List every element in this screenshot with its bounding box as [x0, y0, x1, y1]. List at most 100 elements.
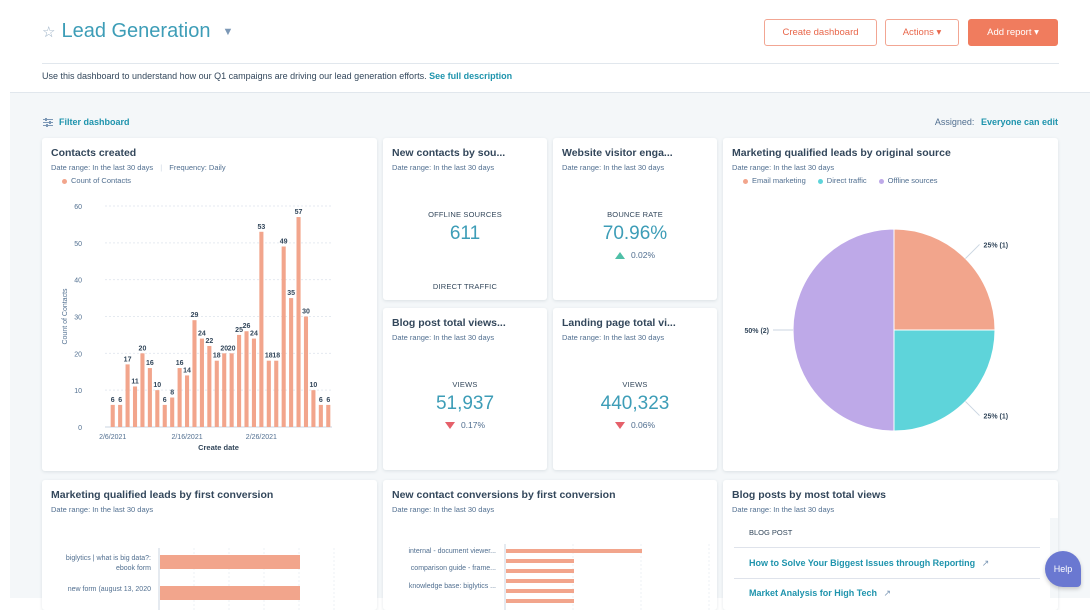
filter-dashboard-label: Filter dashboard — [59, 117, 130, 127]
pie-slice — [792, 228, 895, 432]
bar-label-line: biglytics | what is big data?: — [65, 555, 151, 562]
y-tick-label: 50 — [74, 241, 82, 248]
data-label: 57 — [295, 209, 303, 216]
data-label: 6 — [319, 397, 323, 404]
card-title[interactable]: Blog posts by most total views — [732, 489, 886, 501]
bar — [251, 338, 256, 427]
mql-by-original-source-card[interactable]: Marketing qualified leads by original so… — [723, 138, 1058, 471]
star-outline-icon[interactable]: ☆ — [42, 23, 55, 41]
blog-posts-by-views-card[interactable]: Blog posts by most total views Date rang… — [723, 480, 1058, 610]
kpi-value: 51,937 — [435, 393, 495, 414]
bar — [132, 386, 138, 427]
kpi-label-secondary: DIRECT TRAFFIC — [432, 282, 498, 291]
bar — [237, 334, 242, 427]
filter-dashboard-button[interactable]: Filter dashboard — [43, 117, 130, 127]
data-label: 14 — [183, 367, 191, 374]
chevron-down-icon[interactable]: ▼ — [222, 26, 233, 38]
triangle-down-icon — [444, 422, 455, 430]
bar-label: knowledge base: biglytics ... — [408, 583, 496, 590]
create-dashboard-button[interactable]: Create dashboard — [764, 19, 877, 46]
card-title[interactable]: Landing page total vi... — [562, 317, 676, 329]
label-leader-line — [965, 244, 980, 259]
bar — [199, 338, 204, 427]
bar-label: new form (august 13, 2020 — [67, 586, 151, 593]
data-label: 10 — [310, 382, 318, 389]
landing-page-total-views-card[interactable]: Landing page total vi... Date range: In … — [553, 308, 717, 470]
delta-value: 0.02% — [630, 250, 656, 260]
bar — [177, 368, 182, 427]
data-label: 6 — [326, 397, 330, 404]
data-label: 8 — [170, 390, 174, 397]
bar — [192, 320, 197, 427]
bar — [207, 345, 212, 427]
dashboard-title[interactable]: Lead Generation — [61, 20, 210, 43]
bar — [274, 360, 279, 427]
card-subtitle: Date range: In the last 30 days — [562, 163, 665, 172]
data-label: 53 — [257, 224, 265, 231]
kpi-label: OFFLINE SOURCES — [428, 210, 502, 219]
website-visitor-engagement-card[interactable]: Website visitor enga... Date range: In t… — [553, 138, 717, 300]
y-tick-label: 20 — [74, 351, 82, 358]
bar — [162, 404, 167, 427]
data-label: 17 — [124, 356, 132, 363]
y-tick-label: 40 — [74, 278, 82, 285]
new-contact-conversions-card[interactable]: New contact conversions by first convers… — [383, 480, 717, 610]
bar-label: biglytics | what is big data?: ebook for… — [42, 554, 151, 574]
external-link-icon: ↗ — [883, 588, 892, 598]
description-text: Use this dashboard to understand how our… — [42, 71, 427, 81]
data-label: 26 — [243, 323, 251, 330]
bar — [326, 404, 331, 427]
bar — [244, 331, 249, 427]
card-subtitle: Date range: In the last 30 days — [562, 333, 665, 342]
bar — [160, 555, 300, 569]
see-full-description-link[interactable]: See full description — [429, 71, 512, 81]
external-link-icon: ↗ — [981, 558, 990, 568]
actions-button[interactable]: Actions ▾ — [885, 19, 959, 46]
assigned-label: Assigned: — [934, 117, 975, 127]
triangle-up-icon — [614, 252, 625, 260]
mql-by-first-conversion-card[interactable]: Marketing qualified leads by first conve… — [42, 480, 377, 610]
card-title[interactable]: New contacts by sou... — [392, 147, 505, 159]
bar — [125, 364, 130, 427]
x-axis-title: Create date — [198, 443, 239, 452]
bar — [259, 231, 264, 427]
new-contacts-by-source-card[interactable]: New contacts by sou... Date range: In th… — [383, 138, 547, 300]
bar — [147, 368, 152, 427]
blog-post-title[interactable]: Market Analysis for High Tech — [749, 588, 877, 598]
add-report-button[interactable]: Add report ▾ — [968, 19, 1058, 46]
data-label: 18 — [213, 353, 221, 360]
blog-post-total-views-card[interactable]: Blog post total views... Date range: In … — [383, 308, 547, 470]
kpi-label: VIEWS — [452, 380, 478, 389]
kpi-delta: 0.06% — [553, 420, 717, 430]
pie-data-label: 25% (1) — [984, 414, 1009, 421]
data-label: 16 — [176, 360, 184, 367]
blog-post-title[interactable]: How to Solve Your Biggest Issues through… — [749, 558, 975, 568]
assigned-value-link[interactable]: Everyone can edit — [981, 117, 1058, 127]
pie-data-label: 25% (1) — [984, 242, 1009, 249]
data-label: 49 — [280, 239, 288, 246]
x-tick-label: 2/26/2021 — [246, 434, 277, 441]
table-row-link[interactable]: How to Solve Your Biggest Issues through… — [749, 558, 989, 569]
data-label: 16 — [146, 360, 154, 367]
data-label: 6 — [111, 397, 115, 404]
data-label: 10 — [153, 382, 161, 389]
card-title[interactable]: Blog post total views... — [392, 317, 506, 329]
bar — [214, 360, 219, 427]
table-column-header[interactable]: BLOG POST — [749, 528, 792, 537]
assigned-info: Assigned: Everyone can edit — [935, 117, 1058, 127]
card-subtitle: Date range: In the last 30 days — [392, 163, 495, 172]
bar — [118, 404, 123, 427]
table-row-link[interactable]: Market Analysis for High Tech ↗ — [749, 588, 891, 599]
card-subtitle: Date range: In the last 30 days — [732, 505, 835, 514]
bar — [170, 397, 175, 427]
y-tick-label: 30 — [74, 315, 82, 322]
help-button[interactable]: Help — [1045, 551, 1081, 587]
pie-slice — [893, 329, 996, 432]
dashboard-title-selector[interactable]: ☆ Lead Generation ▼ — [42, 20, 233, 43]
bar-label-line: ebook form — [115, 565, 151, 572]
contacts-created-card[interactable]: Contacts created Date range: In the last… — [42, 138, 377, 471]
data-label: 22 — [205, 338, 213, 345]
data-label: 29 — [191, 312, 199, 319]
dashboard-description: Use this dashboard to understand how our… — [42, 71, 512, 81]
card-title[interactable]: Website visitor enga... — [562, 147, 673, 159]
